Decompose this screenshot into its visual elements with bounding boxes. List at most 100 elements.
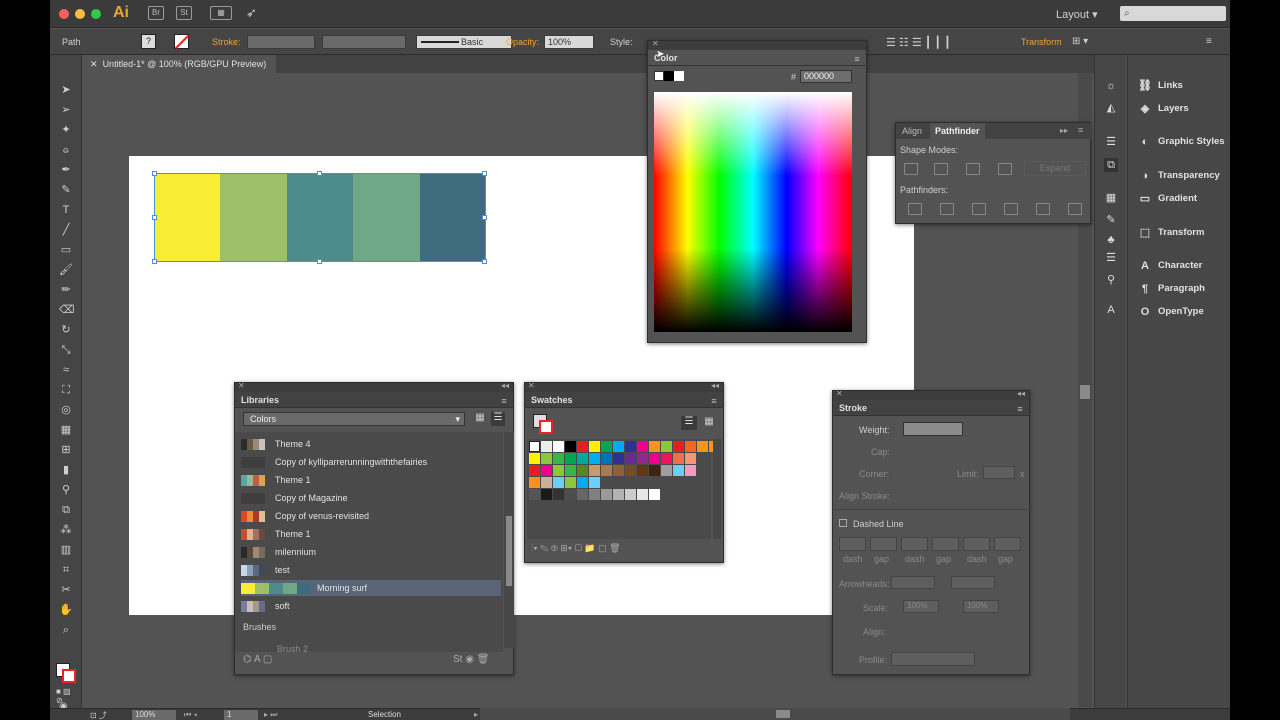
prev-artboard-icons[interactable]: ⏮ ◂ [184, 710, 197, 720]
dock-item-layers[interactable]: ◈ Layers [1138, 103, 1189, 115]
list-view-icon[interactable]: ☰ [681, 416, 697, 430]
library-item[interactable]: test [241, 562, 501, 578]
scale-tool-icon[interactable]: ⤡ [59, 343, 73, 357]
panel-grip[interactable]: ✕ ◂◂ [525, 381, 723, 392]
grid-view-icon[interactable]: ▦ [701, 416, 717, 430]
library-item[interactable]: Theme 4 [241, 436, 501, 452]
color-swatch[interactable] [685, 465, 696, 476]
trim-icon[interactable] [940, 203, 954, 215]
white-color-icon[interactable] [674, 71, 684, 81]
stroke-color-button[interactable] [174, 34, 190, 50]
collapse-icon[interactable]: ◂◂ [1017, 389, 1025, 398]
color-swatch[interactable] [589, 453, 600, 464]
color-swatch[interactable] [553, 465, 564, 476]
zoom-tool-icon[interactable]: ⌕ [59, 623, 73, 637]
rectangle-tool-icon[interactable]: ▭ [59, 243, 73, 257]
color-swatch[interactable] [529, 489, 540, 500]
dock-item-transform[interactable]: ⬚ Transform [1138, 227, 1205, 239]
divide-icon[interactable] [908, 203, 922, 215]
dashed-line-checkbox[interactable] [839, 519, 847, 527]
black-color-icon[interactable] [664, 71, 674, 81]
gradient-tool-icon[interactable]: ▮ [59, 463, 73, 477]
color-swatch[interactable] [529, 453, 540, 464]
color-swatch[interactable] [553, 441, 564, 452]
library-item[interactable]: Copy of venus-revisited [241, 508, 501, 524]
workspace-switcher[interactable]: Layout ▾ [1056, 8, 1098, 21]
color-swatch[interactable] [649, 441, 660, 452]
brushes-icon[interactable]: ✎ [1104, 213, 1118, 227]
swatch-scrollbar[interactable] [713, 439, 721, 539]
close-panel-icon[interactable]: ✕ [652, 39, 659, 48]
brush-item-label[interactable]: Brush 2 [277, 644, 308, 652]
color-swatch[interactable] [601, 441, 612, 452]
artboard-tool-icon[interactable]: ⌗ [59, 563, 73, 577]
horizontal-scrollbar[interactable] [480, 708, 1070, 720]
transform-link[interactable]: Transform [1021, 37, 1062, 47]
symbols-icon[interactable]: ♣ [1104, 233, 1118, 247]
list-view-icon[interactable]: ☰ [491, 412, 505, 426]
perspective-grid-tool-icon[interactable]: ▦ [59, 423, 73, 437]
color-swatch[interactable] [565, 465, 576, 476]
paintbrush-tool-icon[interactable]: 🖌 [59, 263, 73, 277]
color-swatch[interactable] [685, 441, 696, 452]
color-swatch[interactable] [613, 453, 624, 464]
color-swatch[interactable] [649, 453, 660, 464]
close-tab-icon[interactable]: ✕ [90, 59, 98, 69]
end-arrowhead-dropdown[interactable] [951, 576, 995, 589]
dash-gap-field[interactable] [932, 537, 959, 551]
document-tab[interactable]: ✕ Untitled-1* @ 100% (RGB/GPU Preview) [84, 55, 276, 73]
color-mode-icons[interactable]: ■ ▨ ⊘ [56, 687, 78, 705]
pathfinder-icon[interactable]: ⧉ [1104, 158, 1118, 172]
collapse-icon[interactable]: ◂◂ [501, 381, 509, 390]
color-swatch[interactable] [589, 489, 600, 500]
panel-menu-icon[interactable]: ≡ [1078, 125, 1083, 135]
library-item[interactable]: Copy of kylliparrerunningwiththefairies [241, 454, 501, 470]
crop-icon[interactable] [1004, 203, 1018, 215]
library-scroll-thumb[interactable] [506, 516, 512, 586]
eraser-tool-icon[interactable]: ⌫ [59, 303, 75, 317]
hex-input[interactable]: 000000 [800, 70, 852, 83]
selection-handle[interactable] [482, 259, 487, 264]
libraries-icon[interactable]: ⚲ [1104, 273, 1118, 287]
slice-tool-icon[interactable]: ✂ [59, 583, 73, 597]
selection-handle[interactable] [152, 215, 157, 220]
color-swatch[interactable] [541, 477, 552, 488]
arrange-documents-icon[interactable]: ▦ [210, 6, 232, 20]
limit-field[interactable] [983, 466, 1015, 479]
stroke-swatch[interactable] [62, 669, 76, 683]
stroke-weight-field[interactable] [247, 35, 315, 49]
swatches-icon[interactable]: ▦ [1104, 191, 1118, 205]
color-swatch[interactable] [529, 465, 540, 476]
color-swatch[interactable] [697, 441, 708, 452]
color-swatch[interactable] [577, 453, 588, 464]
opacity-field[interactable]: 100% [544, 35, 594, 49]
pencil-tool-icon[interactable]: ✏ [59, 283, 73, 297]
color-swatch[interactable] [613, 441, 624, 452]
control-bar-menu-icon[interactable]: ≡ [1206, 36, 1212, 47]
color-swatch[interactable] [613, 489, 624, 500]
blend-tool-icon[interactable]: ⧉ [59, 503, 73, 517]
color-swatch[interactable] [613, 465, 624, 476]
color-swatch[interactable] [637, 489, 648, 500]
library-footer-icons[interactable]: ⌬ A ▢ [243, 654, 272, 665]
color-swatch[interactable] [685, 453, 696, 464]
align-icon[interactable]: ☰ [1104, 135, 1118, 149]
minimize-window-button[interactable] [75, 9, 85, 19]
color-swatch[interactable] [529, 477, 540, 488]
close-panel-icon[interactable]: ✕ [528, 381, 535, 390]
minus-front-icon[interactable] [934, 163, 948, 175]
profile-dropdown[interactable] [891, 652, 975, 666]
stock-icon[interactable]: St [176, 6, 192, 20]
color-swatch[interactable] [541, 465, 552, 476]
library-item[interactable]: soft [241, 598, 501, 614]
color-guide-icon[interactable]: ☼ [1104, 79, 1118, 93]
bridge-icon[interactable]: Br [148, 6, 164, 20]
outline-icon[interactable] [1036, 203, 1050, 215]
merge-icon[interactable] [972, 203, 986, 215]
status-menu-icon[interactable]: ▸ [474, 710, 478, 719]
library-item[interactable]: Theme 1 [241, 526, 501, 542]
color-swatch[interactable] [553, 477, 564, 488]
tab-pathfinder[interactable]: Pathfinder [930, 123, 985, 139]
color-swatch[interactable] [541, 453, 552, 464]
minus-back-icon[interactable] [1068, 203, 1082, 215]
